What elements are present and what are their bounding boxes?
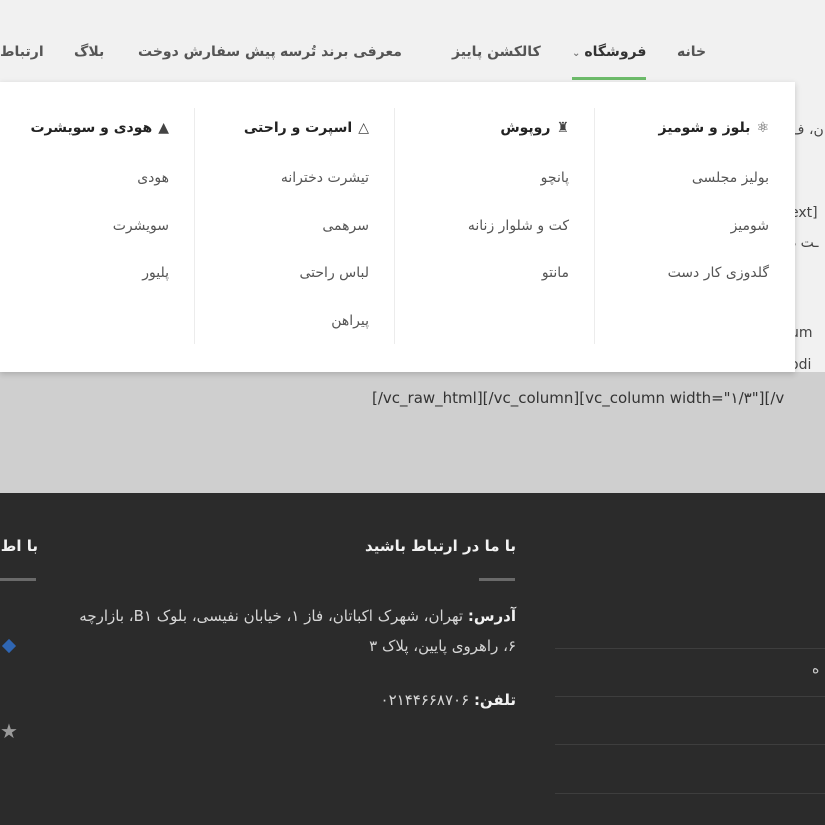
footer-divider — [555, 744, 825, 745]
menu-link[interactable]: پلیور — [142, 265, 169, 281]
nav-brand[interactable]: معرفی برند تُرسه — [280, 44, 402, 60]
star-icon: ★ — [0, 719, 18, 743]
menu-link[interactable]: سویشرت — [113, 218, 169, 234]
diamond-icon — [1, 638, 17, 654]
dress-icon: ⚛ — [756, 120, 769, 136]
site-footer: با ما در ارتباط باشید با اط آدرس: تهران،… — [0, 493, 825, 825]
column-title-label: اسپرت و راحتی — [243, 120, 353, 136]
footer-second-title: با اط — [0, 537, 38, 555]
address-text: تهران، شهرک اکباتان، فاز ۱، خیابان نفیسی… — [79, 607, 516, 655]
footer-phone: تلفن: ۰۲۱۴۴۶۶۸۷۰۶ — [381, 691, 516, 709]
nav-preorder[interactable]: پیش سفارش دوخت — [138, 44, 276, 60]
footer-address: آدرس: تهران، شهرک اکباتان، فاز ۱، خیابان… — [76, 601, 516, 661]
menu-link[interactable]: تیشرت دخترانه — [281, 170, 369, 186]
menu-column-coat: ♜ روپوش پانچو کت و شلوار زنانه مانتو — [395, 108, 595, 344]
menu-link[interactable]: شومیز — [731, 218, 769, 234]
column-title[interactable]: ▲ هودی و سویشرت — [30, 120, 169, 136]
menu-link[interactable]: گلدوزی کار دست — [668, 265, 769, 281]
menu-column-sport: △ اسپرت و راحتی تیشرت دخترانه سرهمی لباس … — [195, 108, 395, 344]
nav-autumn-collection[interactable]: کالکشن پاییز — [452, 44, 541, 60]
menu-link[interactable]: بولیز مجلسی — [692, 170, 769, 186]
phone-label: تلفن: — [473, 691, 516, 709]
nav-home[interactable]: خانه — [677, 44, 706, 60]
footer-divider — [555, 648, 825, 649]
phone-text[interactable]: ۰۲۱۴۴۶۶۸۷۰۶ — [381, 691, 474, 709]
column-title-label: روپوش — [500, 120, 551, 136]
nav-shop[interactable]: ⌄ فروشگاه — [572, 44, 647, 80]
menu-link[interactable]: لباس راحتی — [300, 265, 370, 281]
menu-column-blouse: ⚛ بلوز و شومیز بولیز مجلسی شومیز گلدوزی ک… — [595, 108, 795, 344]
footer-divider — [555, 793, 825, 794]
menu-column-hoodie: ▲ هودی و سویشرت هودی سویشرت پلیور — [0, 108, 195, 344]
peek-text: ان، ف — [790, 122, 825, 138]
title-underline — [0, 578, 36, 581]
footer-divider — [555, 696, 825, 697]
title-underline — [479, 578, 515, 581]
menu-link[interactable]: هودی — [137, 170, 169, 186]
nav-contact[interactable]: ارتباط — [0, 44, 44, 60]
menu-link[interactable]: کت و شلوار زنانه — [468, 218, 569, 234]
menu-link[interactable]: سرهمی — [322, 218, 369, 234]
active-underline — [572, 77, 647, 80]
column-title-label: بلوز و شومیز — [658, 120, 751, 136]
nav-shop-label: فروشگاه — [584, 44, 647, 60]
top-navigation: خانه ⌄ فروشگاه کالکشن پاییز معرفی برند تُ… — [0, 0, 825, 82]
column-title-label: هودی و سویشرت — [30, 120, 153, 136]
peek-text: ه — [812, 661, 820, 677]
chevron-down-icon: ⌄ — [572, 48, 581, 59]
footer-contact-title: با ما در ارتباط باشید — [365, 537, 516, 555]
shop-mega-menu: ⚛ بلوز و شومیز بولیز مجلسی شومیز گلدوزی ک… — [0, 82, 795, 372]
address-label: آدرس: — [467, 607, 516, 625]
skirt-icon: △ — [358, 120, 369, 136]
column-title[interactable]: △ اسپرت و راحتی — [244, 120, 369, 136]
coat-icon: ♜ — [556, 120, 569, 136]
menu-link[interactable]: پانچو — [541, 170, 569, 186]
raw-shortcode-text: [/vc_raw_html][/vc_column][vc_column wid… — [372, 389, 785, 407]
menu-link[interactable]: پیراهن — [331, 313, 369, 329]
menu-link[interactable]: مانتو — [542, 265, 569, 281]
column-title[interactable]: ♜ روپوش — [500, 120, 569, 136]
column-title[interactable]: ⚛ بلوز و شومیز — [659, 120, 769, 136]
nav-blog[interactable]: بلاگ — [74, 44, 104, 60]
hoodie-icon: ▲ — [158, 120, 169, 136]
